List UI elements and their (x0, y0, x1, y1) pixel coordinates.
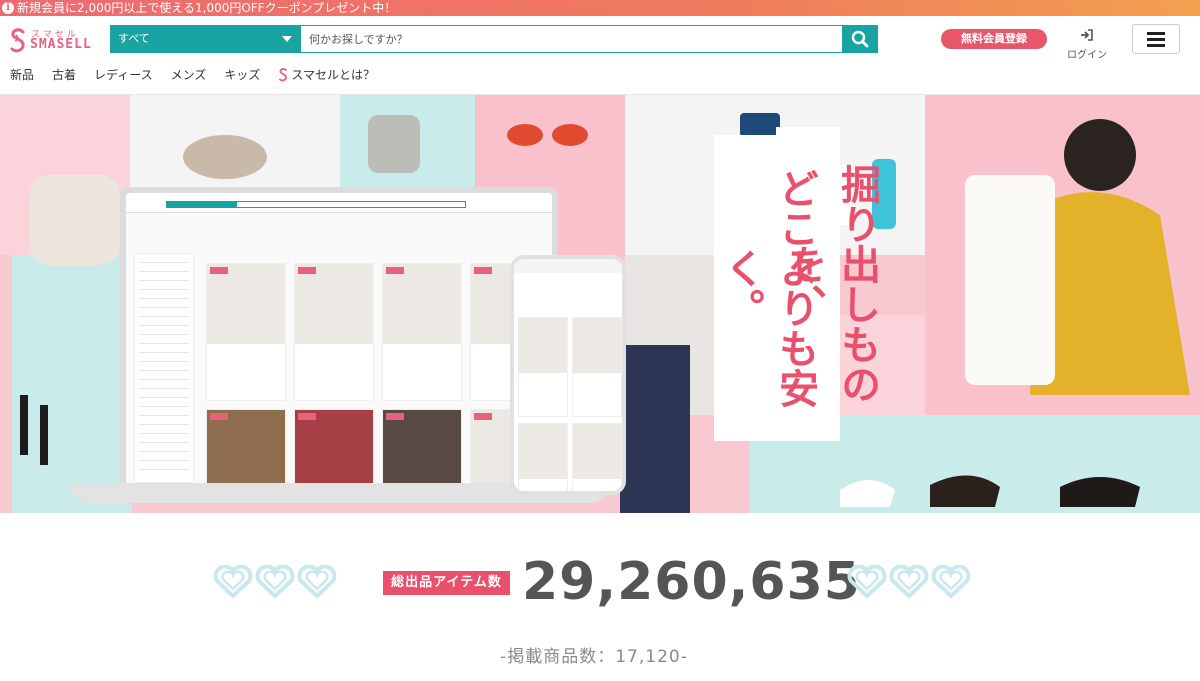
promo-banner[interactable]: i 新規会員に2,000円以上で使える1,000円OFFクーポンプレゼント中！ (0, 0, 1200, 16)
laptop-mockup (120, 187, 558, 483)
total-items-badge: 総出品アイテム数 (383, 571, 510, 595)
hamburger-menu-button[interactable] (1132, 24, 1180, 54)
heart-icon (213, 565, 253, 599)
search-bar: すべて (110, 25, 878, 53)
nav-item-new[interactable]: 新品 (10, 66, 34, 83)
register-button[interactable]: 無料会員登録 (941, 29, 1047, 49)
nav-item-ladies[interactable]: レディース (94, 66, 153, 83)
hero-banner[interactable]: 掘り出しものを、 どこよりも安く。 (0, 95, 1200, 513)
login-icon (1081, 29, 1093, 41)
logo-mark-icon (279, 67, 288, 81)
login-button[interactable]: ログイン (1064, 26, 1110, 61)
search-button[interactable] (842, 26, 877, 52)
stats-section: 総出品アイテム数 29,260,635 -掲載商品数：17,120- (0, 513, 1200, 681)
nav-item-about[interactable]: スマセルとは？ (278, 66, 375, 83)
nav-item-about-label: スマセルとは？ (291, 68, 376, 82)
nav-item-mens[interactable]: メンズ (171, 66, 207, 83)
info-icon: i (2, 2, 14, 14)
nav-item-used[interactable]: 古着 (52, 66, 76, 83)
promo-text: 新規会員に2,000円以上で使える1,000円OFFクーポンプレゼント中！ (17, 1, 397, 15)
logo-wordmark: SMASELL (30, 37, 92, 52)
heart-icon (847, 565, 887, 599)
hearts-decoration (847, 565, 971, 599)
heart-icon (297, 565, 337, 599)
category-select[interactable]: すべて (111, 26, 301, 52)
chevron-down-icon (282, 36, 292, 42)
heart-icon (255, 565, 295, 599)
search-input[interactable] (301, 26, 842, 52)
hamburger-icon (1147, 31, 1165, 35)
listed-items-count: -掲載商品数：17,120- (500, 647, 688, 667)
search-icon (851, 30, 868, 48)
category-select-value: すべて (118, 32, 150, 45)
hero-catch-line2: どこよりも安く。 (714, 135, 818, 441)
main-nav: 新品 古着 レディース メンズ キッズ スマセルとは？ (10, 66, 393, 83)
heart-icon (889, 565, 929, 599)
logo-mark-icon (10, 28, 25, 53)
nav-item-kids[interactable]: キッズ (224, 66, 260, 83)
login-label: ログイン (1067, 50, 1107, 61)
hearts-decoration (213, 565, 337, 599)
total-items-count: 29,260,635 (522, 552, 861, 612)
phone-mockup (510, 255, 626, 495)
heart-icon (931, 565, 971, 599)
site-logo[interactable]: スマセル SMASELL (9, 27, 97, 55)
site-header: スマセル SMASELL すべて 無料会員登録 ログイン 新品 古着 レディース… (0, 16, 1200, 94)
